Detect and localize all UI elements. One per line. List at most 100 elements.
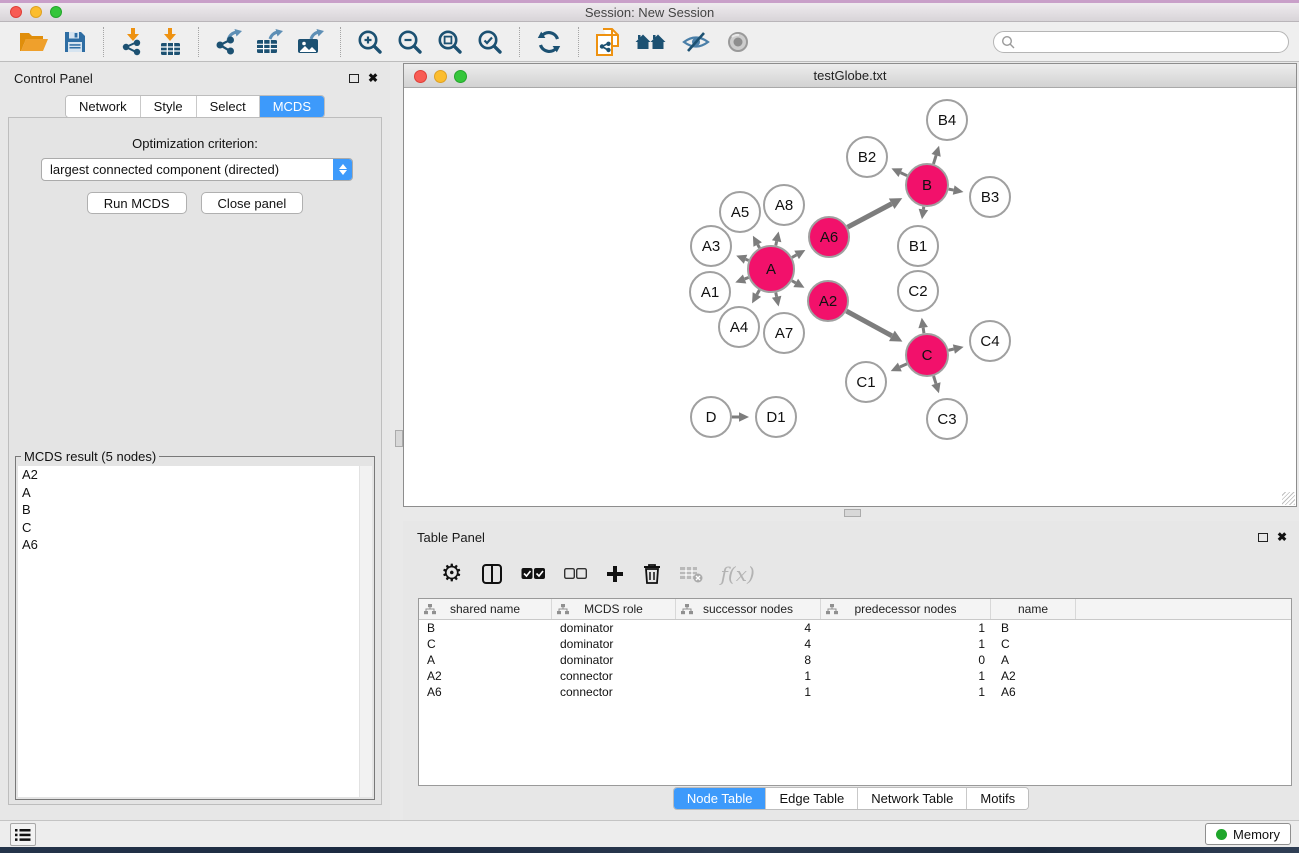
result-item-A[interactable]: A (18, 484, 372, 502)
column-header-predecessor-nodes[interactable]: predecessor nodes (821, 599, 991, 619)
edge-A-A7[interactable] (776, 293, 777, 297)
network-graph[interactable]: B4B2BB3B1A5A8A6A3AA1A2C2A4A7CC4C1C3DD1 (404, 88, 1296, 506)
delete-table-button[interactable] (679, 565, 703, 583)
network-maximize-button[interactable] (454, 70, 467, 83)
table-cell[interactable]: dominator (552, 637, 676, 651)
tab-motifs[interactable]: Motifs (967, 788, 1028, 809)
task-history-button[interactable] (10, 823, 36, 846)
window-resize-grip[interactable] (1282, 492, 1295, 505)
hide-panels-button[interactable] (679, 28, 713, 56)
tab-select[interactable]: Select (197, 96, 260, 117)
edge-B-B4[interactable] (933, 155, 936, 164)
show-panels-button[interactable] (723, 28, 753, 56)
delete-column-button[interactable] (643, 563, 661, 585)
table-cell[interactable]: 1 (821, 669, 991, 683)
add-column-button[interactable] (605, 564, 625, 584)
function-builder-button[interactable]: f(x) (721, 562, 755, 586)
close-window-button[interactable] (10, 6, 22, 18)
table-cell[interactable]: A (991, 653, 1076, 667)
edge-B-B3[interactable] (949, 189, 954, 190)
save-session-button[interactable] (61, 28, 89, 56)
result-item-A6[interactable]: A6 (18, 536, 372, 554)
column-chooser-button[interactable] (481, 563, 503, 585)
edge-A2-C[interactable] (846, 311, 891, 336)
table-cell[interactable]: 0 (821, 653, 991, 667)
import-network-button[interactable] (118, 26, 146, 58)
tab-style[interactable]: Style (141, 96, 197, 117)
horizontal-splitter-handle[interactable] (844, 509, 861, 517)
deselect-all-columns-button[interactable] (564, 568, 587, 580)
export-table-button[interactable] (254, 26, 285, 57)
edge-A-A3[interactable] (746, 259, 749, 260)
zoom-fit-button[interactable] (435, 27, 465, 57)
edge-C-C2[interactable] (923, 328, 924, 334)
edge-C-C3[interactable] (934, 376, 936, 384)
table-cell[interactable]: 1 (821, 637, 991, 651)
edge-A-A5[interactable] (758, 245, 760, 248)
minimize-window-button[interactable] (30, 6, 42, 18)
table-cell[interactable]: A (419, 653, 552, 667)
column-header-shared-name[interactable]: shared name (419, 599, 552, 619)
result-item-B[interactable]: B (18, 501, 372, 519)
edge-C-C4[interactable] (948, 349, 953, 350)
table-cell[interactable]: A2 (419, 669, 552, 683)
table-cell[interactable]: dominator (552, 653, 676, 667)
tab-network-table[interactable]: Network Table (858, 788, 967, 809)
float-table-panel-icon[interactable] (1258, 533, 1268, 542)
home-layout-button[interactable] (633, 28, 669, 56)
table-cell[interactable]: C (991, 637, 1076, 651)
close-panel-icon[interactable]: ✖ (368, 73, 378, 83)
select-all-columns-button[interactable] (521, 567, 546, 581)
network-minimize-button[interactable] (434, 70, 447, 83)
table-row-A6[interactable]: A6connector11A6 (419, 684, 1291, 700)
column-header-MCDS-role[interactable]: MCDS role (552, 599, 676, 619)
export-image-button[interactable] (295, 26, 326, 57)
result-scrollbar-track[interactable] (359, 466, 372, 797)
float-panel-icon[interactable] (349, 74, 359, 83)
table-row-C[interactable]: Cdominator41C (419, 636, 1291, 652)
tab-network[interactable]: Network (66, 96, 141, 117)
table-cell[interactable]: A6 (419, 685, 552, 699)
edge-C-C1[interactable] (900, 364, 907, 367)
network-close-button[interactable] (414, 70, 427, 83)
search-input[interactable] (1015, 33, 1288, 51)
close-table-panel-icon[interactable]: ✖ (1277, 532, 1287, 542)
table-cell[interactable]: connector (552, 669, 676, 683)
edge-A-A1[interactable] (745, 277, 749, 278)
table-row-A2[interactable]: A2connector11A2 (419, 668, 1291, 684)
tab-node-table[interactable]: Node Table (674, 788, 767, 809)
table-cell[interactable]: 4 (676, 637, 821, 651)
table-cell[interactable]: 1 (676, 669, 821, 683)
criterion-select[interactable]: largest connected component (directed) (41, 158, 353, 181)
refresh-network-button[interactable] (534, 27, 564, 57)
table-cell[interactable]: A2 (991, 669, 1076, 683)
zoom-selected-button[interactable] (475, 27, 505, 57)
result-item-C[interactable]: C (18, 519, 372, 537)
table-cell[interactable]: B (991, 621, 1076, 635)
table-cell[interactable]: 1 (821, 621, 991, 635)
tab-edge-table[interactable]: Edge Table (766, 788, 858, 809)
table-cell[interactable]: dominator (552, 621, 676, 635)
table-cell[interactable]: connector (552, 685, 676, 699)
table-cell[interactable]: C (419, 637, 552, 651)
edge-B-B2[interactable] (901, 173, 908, 176)
export-network-button[interactable] (213, 26, 244, 57)
column-header-name[interactable]: name (991, 599, 1076, 619)
result-item-A2[interactable]: A2 (18, 466, 372, 484)
table-cell[interactable]: 1 (676, 685, 821, 699)
edge-A-A8[interactable] (776, 241, 777, 245)
zoom-in-button[interactable] (355, 27, 385, 57)
column-header-successor-nodes[interactable]: successor nodes (676, 599, 821, 619)
vertical-splitter-handle[interactable] (395, 430, 403, 447)
mcds-result-list[interactable]: A2ABCA6 (18, 466, 372, 797)
network-overview-button[interactable] (593, 25, 623, 59)
table-cell[interactable]: B (419, 621, 552, 635)
open-session-button[interactable] (17, 28, 51, 56)
network-canvas[interactable]: B4B2BB3B1A5A8A6A3AA1A2C2A4A7CC4C1C3DD1 (404, 88, 1296, 506)
memory-button[interactable]: Memory (1205, 823, 1291, 845)
table-cell[interactable]: 4 (676, 621, 821, 635)
import-table-button[interactable] (156, 26, 184, 58)
edge-A-A4[interactable] (757, 290, 760, 295)
table-row-A[interactable]: Adominator80A (419, 652, 1291, 668)
run-mcds-button[interactable]: Run MCDS (87, 192, 187, 214)
